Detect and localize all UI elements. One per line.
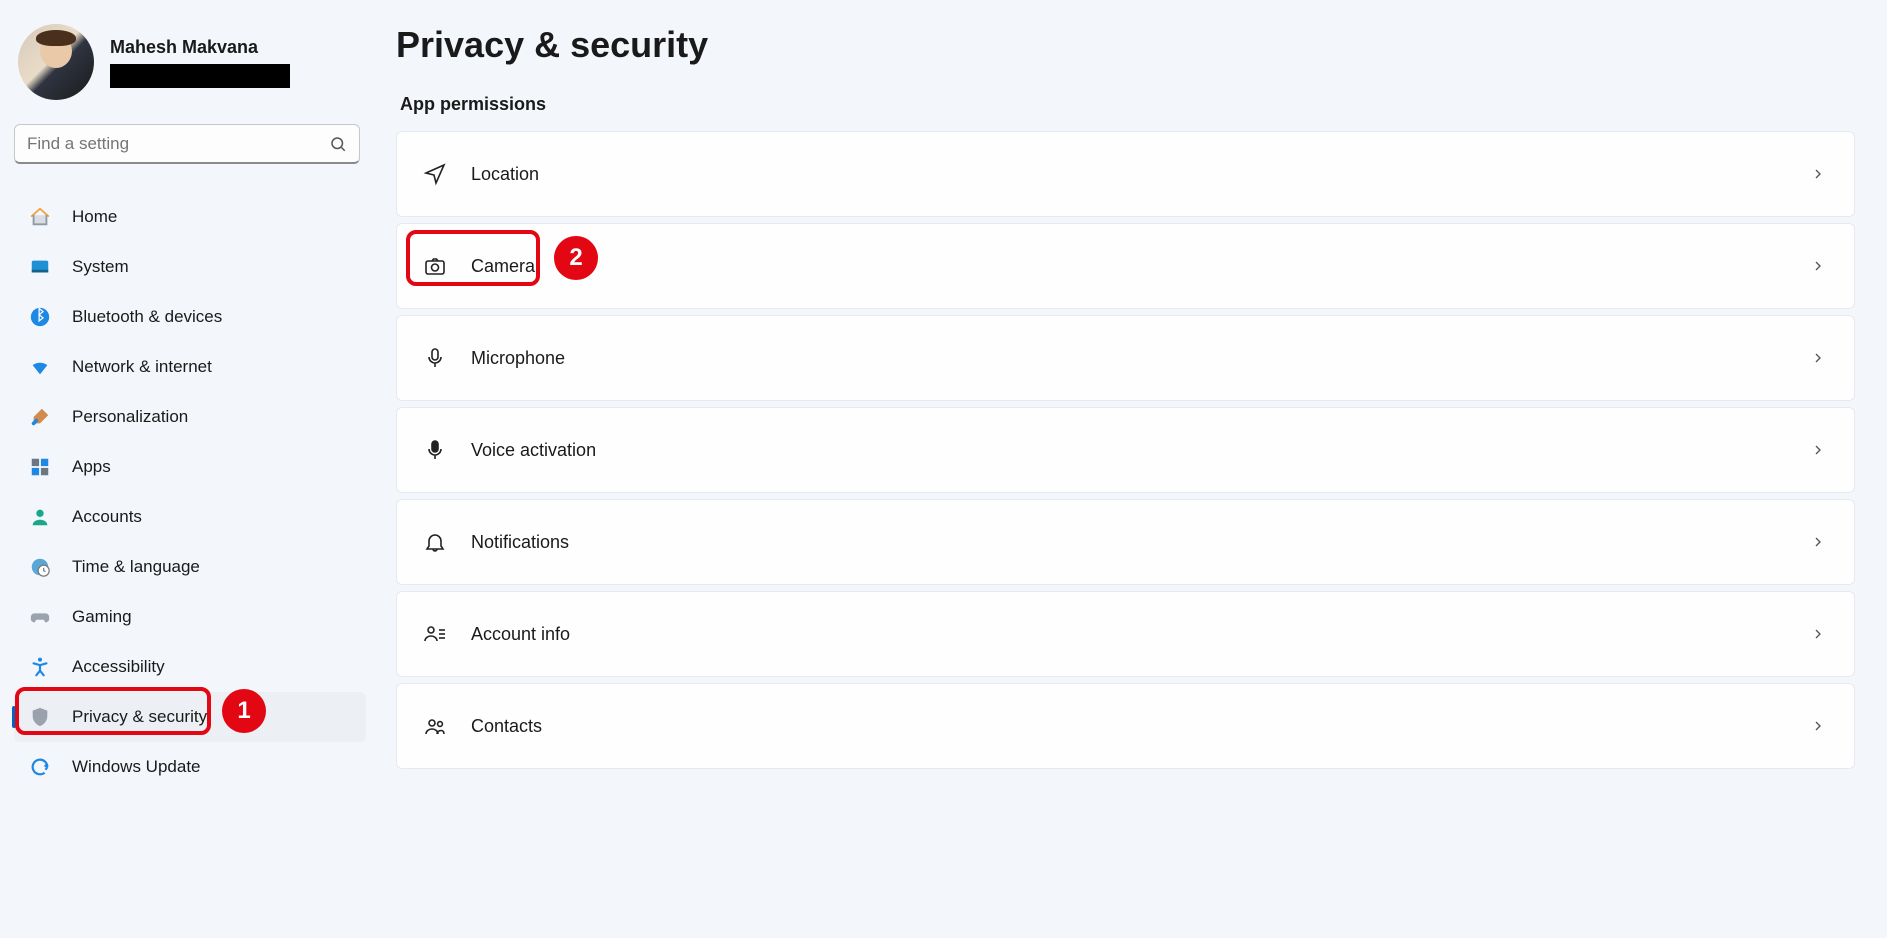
card-label: Voice activation	[471, 440, 596, 461]
avatar	[18, 24, 94, 100]
sidebar-item-accessibility[interactable]: Accessibility	[14, 642, 366, 692]
sidebar-item-label: Gaming	[72, 607, 132, 627]
microphone-icon	[421, 346, 449, 370]
sidebar-nav: Home System Bluetooth & devices Network …	[12, 192, 368, 792]
wifi-icon	[28, 355, 52, 379]
card-notifications[interactable]: Notifications	[396, 499, 1855, 585]
sidebar: Mahesh Makvana Home	[0, 0, 380, 938]
sidebar-item-label: System	[72, 257, 129, 277]
sidebar-item-label: Windows Update	[72, 757, 201, 777]
card-microphone[interactable]: Microphone	[396, 315, 1855, 401]
person-icon	[28, 505, 52, 529]
card-label: Account info	[471, 624, 570, 645]
apps-icon	[28, 455, 52, 479]
bell-icon	[421, 530, 449, 554]
sidebar-item-label: Accounts	[72, 507, 142, 527]
sidebar-item-accounts[interactable]: Accounts	[14, 492, 366, 542]
sidebar-item-label: Privacy & security	[72, 707, 207, 727]
chevron-right-icon	[1810, 442, 1826, 458]
system-icon	[28, 255, 52, 279]
card-label: Location	[471, 164, 539, 185]
bluetooth-icon	[28, 305, 52, 329]
sidebar-item-label: Home	[72, 207, 117, 227]
home-icon	[28, 205, 52, 229]
user-email-redacted	[110, 64, 290, 88]
sidebar-item-apps[interactable]: Apps	[14, 442, 366, 492]
permission-list: Location Camera Microphone	[396, 131, 1855, 769]
card-label: Camera	[471, 256, 535, 277]
sidebar-item-personalization[interactable]: Personalization	[14, 392, 366, 442]
sidebar-item-home[interactable]: Home	[14, 192, 366, 242]
contacts-icon	[421, 714, 449, 738]
sidebar-item-gaming[interactable]: Gaming	[14, 592, 366, 642]
shield-icon	[28, 705, 52, 729]
paintbrush-icon	[28, 405, 52, 429]
sidebar-item-label: Bluetooth & devices	[72, 307, 222, 327]
account-info-icon	[421, 622, 449, 646]
card-voice-activation[interactable]: Voice activation	[396, 407, 1855, 493]
sidebar-item-system[interactable]: System	[14, 242, 366, 292]
clock-globe-icon	[28, 555, 52, 579]
update-icon	[28, 755, 52, 779]
location-icon	[421, 162, 449, 186]
card-camera[interactable]: Camera	[396, 223, 1855, 309]
user-name: Mahesh Makvana	[110, 37, 290, 58]
user-account-block[interactable]: Mahesh Makvana	[12, 20, 368, 124]
sidebar-item-label: Personalization	[72, 407, 188, 427]
sidebar-item-time-language[interactable]: Time & language	[14, 542, 366, 592]
card-label: Contacts	[471, 716, 542, 737]
chevron-right-icon	[1810, 350, 1826, 366]
sidebar-item-label: Network & internet	[72, 357, 212, 377]
sidebar-item-label: Accessibility	[72, 657, 165, 677]
card-label: Notifications	[471, 532, 569, 553]
chevron-right-icon	[1810, 258, 1826, 274]
sidebar-item-privacy-security[interactable]: Privacy & security	[14, 692, 366, 742]
search-input[interactable]	[27, 134, 329, 154]
sidebar-item-label: Time & language	[72, 557, 200, 577]
sidebar-item-windows-update[interactable]: Windows Update	[14, 742, 366, 792]
main-content: Privacy & security App permissions Locat…	[380, 0, 1887, 938]
accessibility-icon	[28, 655, 52, 679]
chevron-right-icon	[1810, 534, 1826, 550]
chevron-right-icon	[1810, 718, 1826, 734]
sidebar-item-bluetooth[interactable]: Bluetooth & devices	[14, 292, 366, 342]
sidebar-item-network[interactable]: Network & internet	[14, 342, 366, 392]
chevron-right-icon	[1810, 166, 1826, 182]
sidebar-item-label: Apps	[72, 457, 111, 477]
section-label: App permissions	[400, 94, 1855, 115]
camera-icon	[421, 254, 449, 278]
search-icon	[329, 135, 347, 153]
card-contacts[interactable]: Contacts	[396, 683, 1855, 769]
voice-activation-icon	[421, 438, 449, 462]
chevron-right-icon	[1810, 626, 1826, 642]
search-input-wrap[interactable]	[14, 124, 360, 164]
gamepad-icon	[28, 605, 52, 629]
card-account-info[interactable]: Account info	[396, 591, 1855, 677]
card-location[interactable]: Location	[396, 131, 1855, 217]
page-title: Privacy & security	[396, 24, 1855, 66]
card-label: Microphone	[471, 348, 565, 369]
